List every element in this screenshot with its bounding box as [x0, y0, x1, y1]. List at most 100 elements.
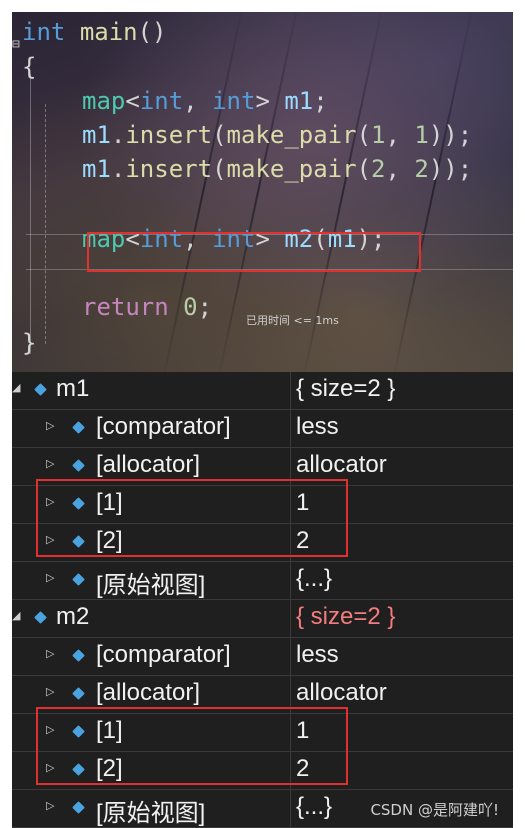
punctuation: ,: [385, 155, 415, 183]
watch-name: m2: [56, 603, 90, 630]
code-line-1: int main(): [22, 17, 167, 47]
divider: [290, 600, 291, 638]
watch-name: [allocator]: [96, 679, 201, 706]
object-icon: [72, 649, 85, 662]
punctuation: .: [110, 155, 126, 183]
code-line-3: map<int, int> m1;: [82, 86, 328, 116]
watch-name: [原始视图]: [96, 800, 206, 827]
object-icon: [72, 687, 85, 700]
punctuation: (: [212, 121, 227, 149]
function-name: make_pair: [226, 155, 357, 183]
watch-row[interactable]: ▷ [allocator] allocator: [12, 676, 513, 714]
watch-name: [2]: [96, 527, 123, 554]
watch-row[interactable]: ▷ [allocator] allocator: [12, 448, 513, 486]
collapse-icon[interactable]: ⊟: [12, 38, 20, 52]
watch-value: {...}: [296, 565, 333, 592]
divider: [290, 524, 291, 562]
watch-row[interactable]: ▷ [2] 2: [12, 752, 513, 790]
chevron-right-icon[interactable]: ▷: [46, 761, 54, 774]
number: 0: [183, 293, 198, 321]
chevron-right-icon[interactable]: ▷: [46, 457, 54, 470]
object-icon: [34, 611, 47, 624]
divider: [290, 676, 291, 714]
close-brace: }: [22, 329, 37, 357]
chevron-right-icon[interactable]: ▷: [46, 419, 54, 432]
watch-name: [comparator]: [96, 413, 231, 440]
code-line-9: return 0;: [82, 292, 212, 322]
watch-value: {...}: [296, 793, 333, 820]
keyword: int: [139, 87, 184, 115]
watermark: CSDN @是阿建吖!: [370, 801, 499, 819]
watch-name: [2]: [96, 755, 123, 782]
chevron-right-icon[interactable]: ▷: [46, 647, 54, 660]
punctuation: ;: [197, 293, 213, 321]
variable: m1: [284, 87, 314, 115]
chevron-down-icon[interactable]: ◢: [12, 381, 20, 394]
type-name: map: [82, 87, 126, 115]
watch-value: { size=2 }: [296, 375, 396, 402]
code-line-5: m1.insert(make_pair(2, 2));: [82, 154, 472, 184]
divider: [290, 448, 291, 486]
watch-value: 2: [296, 755, 310, 782]
divider: [290, 410, 291, 448]
watch-value: less: [296, 413, 339, 440]
watch-row[interactable]: ▷ [1] 1: [12, 714, 513, 752]
punctuation: ,: [183, 87, 213, 115]
punctuation: (: [356, 155, 372, 183]
open-brace: {: [22, 53, 37, 81]
indent-guide: [45, 104, 46, 344]
perf-tip: 已用时间 <= 1ms: [246, 314, 339, 327]
chevron-right-icon[interactable]: ▷: [46, 685, 54, 698]
watch-window[interactable]: ◢ m1 { size=2 } ▷ [comparator] less ▷ [a…: [12, 372, 513, 828]
watch-row[interactable]: ▷ [2] 2: [12, 524, 513, 562]
object-icon: [72, 801, 85, 814]
keyword: int: [212, 87, 256, 115]
watch-row[interactable]: ▷ [comparator] less: [12, 638, 513, 676]
keyword: return: [82, 293, 169, 321]
object-icon: [34, 383, 47, 396]
object-icon: [72, 459, 85, 472]
divider: [290, 562, 291, 600]
watch-name: m1: [56, 375, 90, 402]
chevron-right-icon[interactable]: ▷: [46, 533, 54, 546]
variable: m1: [82, 155, 111, 183]
chevron-down-icon[interactable]: ◢: [12, 609, 20, 622]
punctuation: ));: [428, 121, 473, 149]
punctuation: ,: [385, 121, 415, 149]
number: 2: [371, 155, 386, 183]
punctuation: (): [137, 18, 167, 46]
variable: m1: [82, 121, 111, 149]
divider: [290, 714, 291, 752]
watch-row[interactable]: ◢ m2 { size=2 }: [12, 600, 513, 638]
watch-value: 1: [296, 489, 310, 516]
divider: [290, 638, 291, 676]
number: 1: [371, 121, 386, 149]
chevron-right-icon[interactable]: ▷: [46, 495, 54, 508]
watch-row[interactable]: ▷ [1] 1: [12, 486, 513, 524]
chevron-right-icon[interactable]: ▷: [46, 799, 54, 812]
highlight-box-code: [87, 232, 421, 272]
object-icon: [72, 421, 85, 434]
punctuation: ;: [313, 87, 328, 115]
watch-row[interactable]: ▷ [comparator] less: [12, 410, 513, 448]
object-icon: [72, 535, 85, 548]
watch-value: allocator: [296, 679, 387, 706]
watch-value: allocator: [296, 451, 387, 478]
object-icon: [72, 573, 85, 586]
watch-row[interactable]: ▷ [原始视图] {...}: [12, 562, 513, 600]
function-name: insert: [125, 155, 213, 183]
function-name: make_pair: [226, 121, 357, 149]
chevron-right-icon[interactable]: ▷: [46, 571, 54, 584]
punctuation: (: [356, 121, 372, 149]
chevron-right-icon[interactable]: ▷: [46, 723, 54, 736]
object-icon: [72, 725, 85, 738]
punctuation: ));: [428, 155, 473, 183]
number: 1: [414, 121, 429, 149]
punctuation: <: [125, 87, 140, 115]
function-name: insert: [125, 121, 213, 149]
watch-row[interactable]: ◢ m1 { size=2 }: [12, 372, 513, 410]
divider: [290, 790, 291, 828]
function-name: main: [79, 18, 138, 46]
code-editor[interactable]: ⊟ int main() { map<int, int> m1; m1.inse…: [12, 12, 513, 372]
divider: [290, 486, 291, 524]
